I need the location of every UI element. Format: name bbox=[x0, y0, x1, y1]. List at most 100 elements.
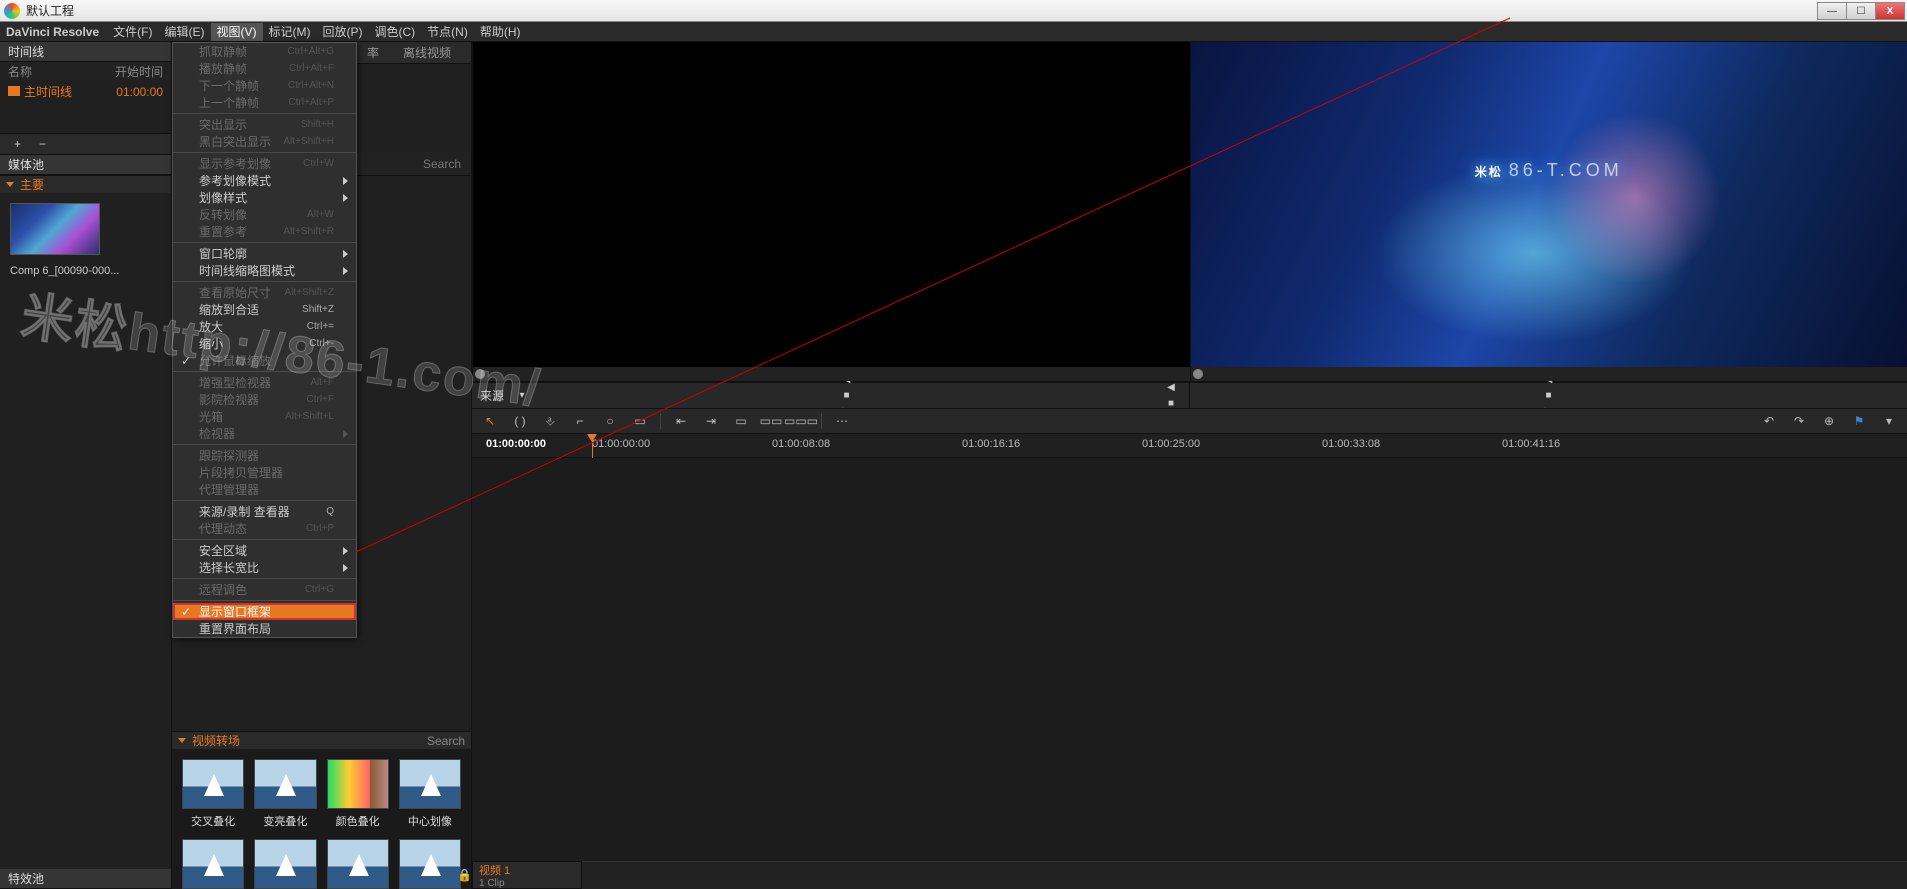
menu-shortcut: Ctrl+P bbox=[306, 523, 334, 534]
program-image bbox=[1191, 42, 1907, 367]
fx-thumbnail bbox=[254, 839, 316, 889]
menu-item-窗口轮廓[interactable]: 窗口轮廓 bbox=[173, 245, 356, 262]
timeline-body[interactable]: 🔒 视频 1 1 Clip ▣ bbox=[472, 458, 1907, 889]
more-edit-tools[interactable]: ⋯ bbox=[832, 412, 852, 430]
menu-item-重置界面布局[interactable]: 重置界面布局 bbox=[173, 620, 356, 637]
stop[interactable]: ■ bbox=[837, 388, 857, 404]
scrub-handle[interactable] bbox=[1193, 369, 1203, 379]
timeline-ruler[interactable]: 01:00:00:00 01:00:00:0001:00:08:0801:00:… bbox=[472, 434, 1907, 458]
source-dropdown-icon[interactable]: ▾ bbox=[512, 388, 532, 404]
tab-rate[interactable]: 率 bbox=[367, 44, 379, 61]
menu-item-参考划像模式[interactable]: 参考划像模式 bbox=[173, 172, 356, 189]
menu-视图(V)[interactable]: 视图(V) bbox=[211, 23, 263, 41]
source-canvas[interactable] bbox=[473, 42, 1190, 367]
program-canvas[interactable]: 米松86-T.COM bbox=[1191, 42, 1907, 367]
tab-offline[interactable]: 离线视频 bbox=[403, 44, 451, 61]
flag-button[interactable]: ⚑ bbox=[1849, 412, 1869, 430]
menu-item-时间线缩略图模式[interactable]: 时间线缩略图模式 bbox=[173, 262, 356, 279]
window-minimize-button[interactable]: — bbox=[1817, 2, 1847, 20]
menu-item-划像样式[interactable]: 划像样式 bbox=[173, 189, 356, 206]
viewers: 00:00:00:01 主时间线 01:00:00:00 米松86-T.COM bbox=[472, 42, 1907, 382]
menu-item-显示窗口框架[interactable]: ✓显示窗口框架 bbox=[173, 603, 356, 620]
menu-item-安全区域[interactable]: 安全区域 bbox=[173, 542, 356, 559]
menu-编辑(E)[interactable]: 编辑(E) bbox=[159, 23, 211, 41]
fit-to-fill[interactable]: ▭▭ bbox=[761, 412, 781, 430]
fx-item[interactable] bbox=[399, 839, 461, 889]
fx-item[interactable]: 交叉叠化 bbox=[182, 759, 244, 829]
insert-tool[interactable]: ⌐ bbox=[570, 412, 590, 430]
media-pool-group[interactable]: 主要 bbox=[0, 175, 171, 193]
link-tool[interactable]: ○ bbox=[600, 412, 620, 430]
menu-item-来源/录制 查看器[interactable]: 来源/录制 查看器Q bbox=[173, 503, 356, 520]
chevron-right-icon bbox=[343, 564, 348, 572]
menu-shortcut: Q bbox=[326, 506, 334, 517]
menu-item-label: 跟踪探测器 bbox=[199, 447, 259, 464]
insert-clip[interactable]: ⇤ bbox=[671, 412, 691, 430]
program-viewer: 00:00:00:01 主时间线 01:00:00:00 米松86-T.COM bbox=[1190, 42, 1907, 381]
menu-item-黑白突出显示: 黑白突出显示Alt+Shift+H bbox=[173, 133, 356, 150]
step-back[interactable]: ◀ bbox=[1161, 380, 1181, 396]
menu-帮助(H)[interactable]: 帮助(H) bbox=[474, 23, 527, 41]
track-clip-count: 1 Clip bbox=[479, 878, 575, 889]
media-clip[interactable]: Comp 6_[00090-000... bbox=[0, 193, 171, 277]
media-clip-thumbnail bbox=[10, 203, 100, 255]
fx-search[interactable]: Search bbox=[427, 734, 465, 748]
menu-文件(F)[interactable]: 文件(F) bbox=[107, 23, 158, 41]
window-maximize-button[interactable]: ☐ bbox=[1846, 2, 1876, 20]
source-scrub[interactable] bbox=[473, 367, 1190, 381]
lock-icon[interactable]: 🔒 bbox=[457, 868, 472, 882]
flag-dropdown[interactable]: ▾ bbox=[1879, 412, 1899, 430]
menu-item-label: 显示窗口框架 bbox=[199, 603, 271, 620]
menu-item-片段拷贝管理器: 片段拷贝管理器 bbox=[173, 464, 356, 481]
razor-tool[interactable]: ⎀ bbox=[540, 412, 560, 430]
scrub-handle[interactable] bbox=[475, 369, 485, 379]
fx-item[interactable] bbox=[327, 839, 389, 889]
menu-节点(N)[interactable]: 节点(N) bbox=[421, 23, 474, 41]
fx-item[interactable]: 中心划像 bbox=[399, 759, 461, 829]
menu-item-选择长宽比[interactable]: 选择长宽比 bbox=[173, 559, 356, 576]
fx-item[interactable]: 颜色叠化 bbox=[327, 759, 389, 829]
menu-shortcut: Alt+W bbox=[307, 209, 334, 220]
playhead[interactable] bbox=[592, 434, 593, 458]
program-scrub[interactable] bbox=[1191, 367, 1907, 381]
window-close-button[interactable]: X bbox=[1875, 2, 1905, 20]
selection-tool[interactable]: ↖ bbox=[480, 412, 500, 430]
fx-label: 颜色叠化 bbox=[327, 813, 389, 829]
overwrite-clip[interactable]: ⇥ bbox=[701, 412, 721, 430]
stop[interactable]: ■ bbox=[1539, 388, 1559, 404]
menu-item-label: 缩小 bbox=[199, 335, 223, 352]
source-transport: 来源 ▾ ⏮⏪●◀■▶⏩⏭⏯ ⏮◀■⏭ bbox=[472, 382, 1189, 408]
menu-shortcut: Ctrl+G bbox=[305, 584, 334, 595]
menu-标记(M)[interactable]: 标记(M) bbox=[263, 23, 317, 41]
menu-回放(P)[interactable]: 回放(P) bbox=[317, 23, 369, 41]
menu-item-缩放到合适[interactable]: 缩放到合适Shift+Z bbox=[173, 301, 356, 318]
track-header[interactable]: 🔒 视频 1 1 Clip ▣ bbox=[472, 861, 582, 889]
track-lane[interactable] bbox=[582, 861, 1907, 889]
marker-tool[interactable]: ▭ bbox=[630, 412, 650, 430]
trim-tool[interactable]: ( ) bbox=[510, 412, 530, 430]
redo-button[interactable]: ↷ bbox=[1789, 412, 1809, 430]
menu-item-缩小[interactable]: 缩小Ctrl+- bbox=[173, 335, 356, 352]
chevron-right-icon bbox=[343, 430, 348, 438]
ruler-mark: 01:00:00:00 bbox=[592, 438, 650, 450]
timeline-row[interactable]: 主时间线 01:00:00 bbox=[0, 80, 171, 103]
menu-item-label: 时间线缩略图模式 bbox=[199, 262, 295, 279]
ruler-mark: 01:00:41:16 bbox=[1502, 438, 1560, 450]
menu-调色(C)[interactable]: 调色(C) bbox=[369, 23, 422, 41]
menu-item-放大[interactable]: 放大Ctrl+= bbox=[173, 318, 356, 335]
zoom-button[interactable]: ⊕ bbox=[1819, 412, 1839, 430]
replace-clip[interactable]: ▭ bbox=[731, 412, 751, 430]
timeline-row-start: 01:00:00 bbox=[116, 85, 163, 99]
undo-button[interactable]: ↶ bbox=[1759, 412, 1779, 430]
menu-separator bbox=[173, 281, 356, 282]
fx-item[interactable] bbox=[254, 839, 316, 889]
fx-item[interactable]: 变亮叠化 bbox=[254, 759, 316, 829]
fx-group-header[interactable]: 视频转场 Search bbox=[172, 731, 471, 749]
remove-timeline-button[interactable]: − bbox=[39, 137, 46, 151]
append-clip[interactable]: ▭▭▭ bbox=[791, 412, 811, 430]
menu-shortcut: Shift+H bbox=[301, 119, 334, 130]
chevron-down-icon bbox=[178, 738, 186, 743]
add-timeline-button[interactable]: + bbox=[14, 137, 21, 151]
view-menu-dropdown: 抓取静帧Ctrl+Alt+G播放静帧Ctrl+Alt+F下一个静帧Ctrl+Al… bbox=[172, 42, 357, 638]
fx-item[interactable] bbox=[182, 839, 244, 889]
